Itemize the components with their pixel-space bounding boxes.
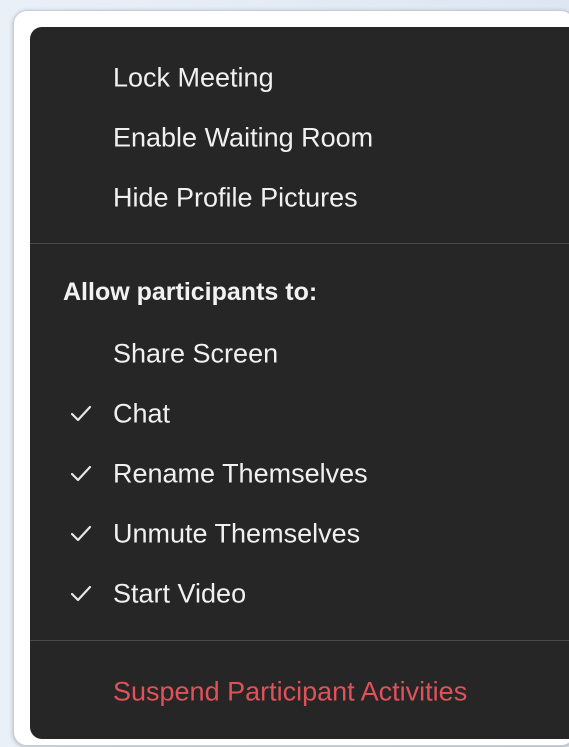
menu-item-hide-profile-pictures[interactable]: Hide Profile Pictures (30, 171, 569, 225)
suspend-participant-activities-button[interactable]: Suspend Participant Activities (30, 665, 569, 719)
permission-label: Share Screen (113, 338, 279, 369)
permission-label: Chat (113, 398, 171, 429)
permission-label: Unmute Themselves (113, 518, 361, 549)
page: Lock Meeting Enable Waiting Room Hide Pr… (0, 0, 569, 747)
permission-label: Start Video (113, 578, 247, 609)
permission-label: Rename Themselves (113, 458, 368, 489)
menu-item-label: Lock Meeting (113, 62, 274, 93)
checkmark-icon (70, 525, 92, 542)
permission-item-start-video[interactable]: Start Video (30, 567, 569, 621)
menu-item-label: Enable Waiting Room (113, 122, 374, 153)
suspend-label: Suspend Participant Activities (113, 676, 468, 707)
menu-item-lock-meeting[interactable]: Lock Meeting (30, 51, 569, 105)
menu-item-enable-waiting-room[interactable]: Enable Waiting Room (30, 111, 569, 165)
checkmark-icon (70, 465, 92, 482)
menu-divider (30, 640, 569, 641)
menu-divider (30, 243, 569, 244)
permission-item-unmute-themselves[interactable]: Unmute Themselves (30, 507, 569, 561)
section-heading: Allow participants to: (63, 278, 318, 306)
permission-item-rename-themselves[interactable]: Rename Themselves (30, 447, 569, 501)
checkmark-icon (70, 585, 92, 602)
security-menu: Lock Meeting Enable Waiting Room Hide Pr… (30, 27, 569, 739)
menu-item-label: Hide Profile Pictures (113, 182, 358, 213)
permission-item-share-screen[interactable]: Share Screen (30, 327, 569, 381)
checkmark-icon (70, 405, 92, 422)
permission-item-chat[interactable]: Chat (30, 387, 569, 441)
